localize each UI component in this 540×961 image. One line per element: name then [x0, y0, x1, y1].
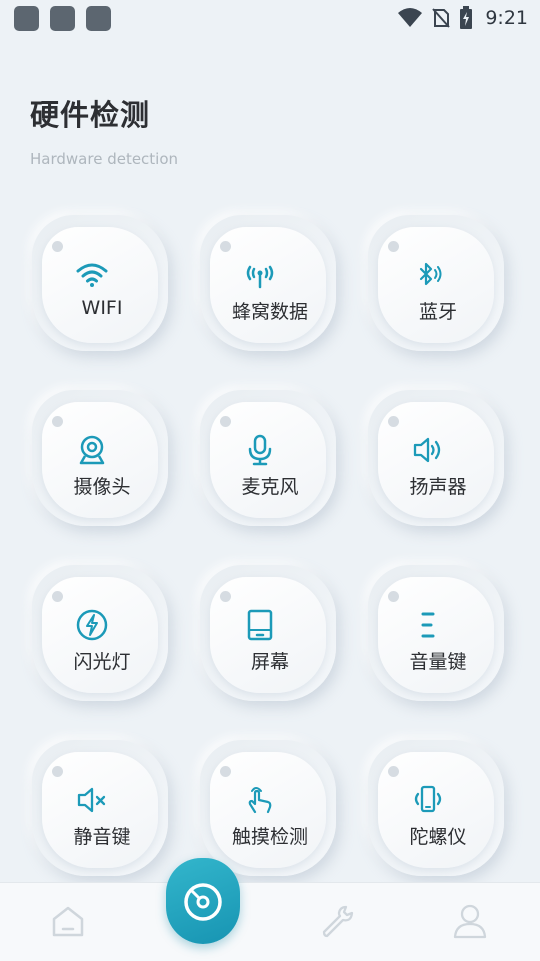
status-dot	[220, 416, 231, 427]
nav-detection-active[interactable]	[166, 858, 240, 944]
tile-wifi[interactable]: WIFI	[32, 215, 172, 355]
status-time: 9:21	[485, 7, 528, 29]
dashboard-gauge-icon	[184, 883, 222, 921]
tile-camera[interactable]: 摄像头	[32, 390, 172, 530]
tile-label: 屏幕	[250, 651, 289, 673]
touch-icon	[248, 787, 272, 814]
app-icon-2	[50, 6, 75, 31]
profile-icon	[453, 904, 487, 939]
speaker-icon	[413, 437, 441, 463]
bluetooth-icon	[419, 262, 442, 286]
volume-keys-icon	[421, 612, 435, 638]
status-dot	[388, 591, 399, 602]
status-dot	[388, 766, 399, 777]
mute-icon	[77, 787, 106, 813]
tile-label: 陀螺仪	[409, 826, 467, 848]
tile-screen[interactable]: 屏幕	[200, 565, 340, 705]
tile-label: 静音键	[73, 826, 131, 848]
status-dot	[388, 241, 399, 252]
tile-gyroscope[interactable]: 陀螺仪	[368, 740, 508, 880]
tile-cellular[interactable]: 蜂窝数据	[200, 215, 340, 355]
status-indicators: 9:21	[397, 4, 528, 32]
status-dot	[388, 416, 399, 427]
battery-charging-icon	[460, 6, 473, 29]
wifi-icon	[76, 263, 108, 287]
tile-label: 蜂窝数据	[231, 301, 308, 323]
status-dot	[52, 416, 63, 427]
status-dot	[220, 591, 231, 602]
tile-flashlight[interactable]: 闪光灯	[32, 565, 172, 705]
tile-mute-key[interactable]: 静音键	[32, 740, 172, 880]
bottom-nav	[0, 882, 540, 961]
gyroscope-icon	[414, 785, 442, 813]
app-icon-1	[14, 6, 39, 31]
tile-label: 蓝牙	[418, 301, 457, 323]
tile-label: 闪光灯	[73, 651, 131, 673]
webcam-icon	[79, 435, 105, 465]
status-dot	[220, 766, 231, 777]
nav-home[interactable]	[48, 901, 88, 941]
tile-label: WIFI	[81, 297, 123, 319]
tile-label: 摄像头	[73, 476, 131, 498]
status-dot	[52, 591, 63, 602]
flash-icon	[76, 609, 108, 641]
status-dot	[220, 241, 231, 252]
wifi-icon	[398, 8, 423, 27]
screen-icon	[247, 609, 273, 641]
app-icon-3	[86, 6, 111, 31]
status-bar: 9:21	[0, 0, 540, 38]
tile-bluetooth[interactable]: 蓝牙	[368, 215, 508, 355]
tile-label: 触摸检测	[231, 826, 308, 848]
tile-speaker[interactable]: 扬声器	[368, 390, 508, 530]
tile-label: 麦克风	[241, 476, 299, 498]
wrench-icon	[322, 905, 354, 938]
no-sim-icon	[432, 8, 451, 28]
page-title: 硬件检测	[30, 98, 151, 132]
cellular-antenna-icon	[246, 265, 274, 289]
home-icon	[52, 906, 84, 937]
status-dot	[52, 766, 63, 777]
tile-volume-keys[interactable]: 音量键	[368, 565, 508, 705]
microphone-icon	[248, 434, 272, 466]
page-subtitle: Hardware detection	[30, 150, 179, 168]
nav-profile[interactable]	[450, 901, 490, 941]
tile-label: 音量键	[409, 651, 467, 673]
tile-microphone[interactable]: 麦克风	[200, 390, 340, 530]
tile-label: 扬声器	[409, 476, 467, 498]
nav-tools[interactable]	[318, 901, 358, 941]
status-dot	[52, 241, 63, 252]
